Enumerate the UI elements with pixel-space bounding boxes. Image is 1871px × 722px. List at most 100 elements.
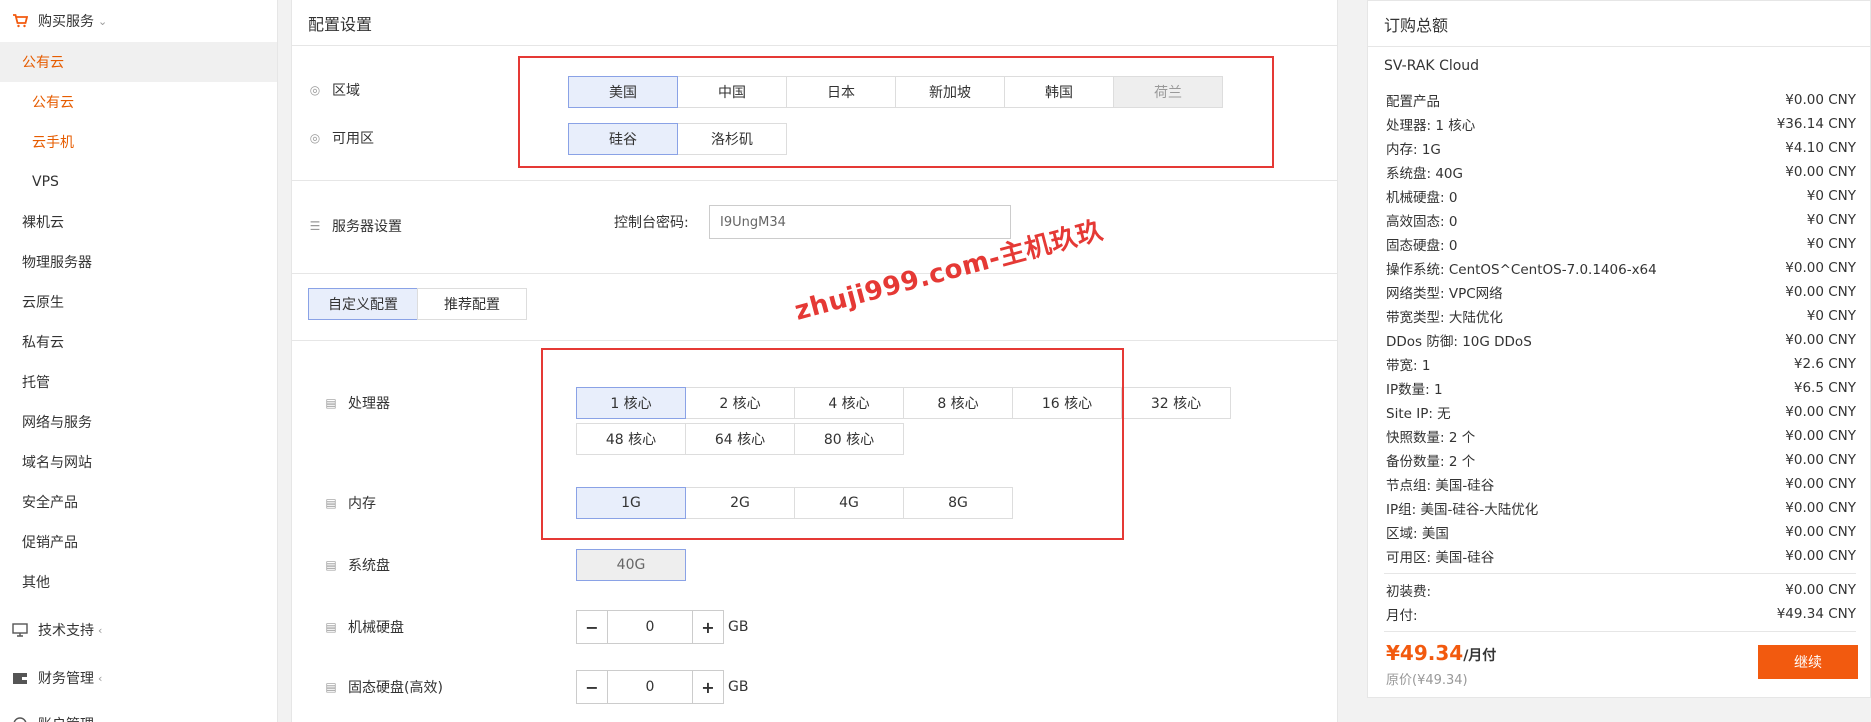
sidebar-item-physical-server[interactable]: 物理服务器 bbox=[0, 242, 277, 282]
summary-row-label: 备份数量: 2 个 bbox=[1386, 454, 1476, 470]
sidebar-item-cloud-native[interactable]: 云原生 bbox=[0, 282, 277, 322]
hdd-minus-button[interactable]: − bbox=[576, 610, 608, 644]
sidebar-item-network[interactable]: 网络与服务 bbox=[0, 402, 277, 442]
sidebar-sub-public-cloud[interactable]: 公有云 bbox=[0, 82, 277, 122]
summary-row: Site IP: 无 ¥0.00 CNY bbox=[1386, 400, 1856, 424]
sidebar-group-account[interactable]: 账户管理 ‹ bbox=[0, 704, 277, 722]
summary-row-value: ¥0.00 CNY bbox=[1785, 332, 1856, 348]
summary-divider bbox=[1384, 573, 1856, 574]
hdd-plus-button[interactable]: + bbox=[692, 610, 724, 644]
summary-row-label: 带宽类型: 大陆优化 bbox=[1386, 310, 1503, 326]
ssd-stepper: − 0 + GB bbox=[576, 670, 748, 704]
total-price: ¥49.34/月付 bbox=[1386, 641, 1496, 665]
tab-custom-config[interactable]: 自定义配置 bbox=[308, 288, 418, 320]
sidebar-item-security[interactable]: 安全产品 bbox=[0, 482, 277, 522]
summary-row-label: 高效固态: 0 bbox=[1386, 214, 1458, 230]
summary-row: 固态硬盘: 0 ¥0 CNY bbox=[1386, 232, 1856, 256]
ssd-value[interactable]: 0 bbox=[608, 670, 692, 704]
summary-row: 系统盘: 40G ¥0.00 CNY bbox=[1386, 160, 1856, 184]
fee-rows: 初装费: ¥0.00 CNY 月付: ¥49.34 CNY bbox=[1386, 578, 1856, 626]
summary-row: 机械硬盘: 0 ¥0 CNY bbox=[1386, 184, 1856, 208]
sidebar-item-hosting[interactable]: 托管 bbox=[0, 362, 277, 402]
sidebar-group-label: 技术支持 bbox=[38, 623, 94, 639]
summary-row-label: DDos 防御: 10G DDoS bbox=[1386, 334, 1532, 350]
hdd-stepper: − 0 + GB bbox=[576, 610, 748, 644]
summary-row: 配置产品 ¥0.00 CNY bbox=[1386, 88, 1856, 112]
list-icon: ▤ bbox=[325, 558, 337, 572]
setup-fee-row: 初装费: ¥0.00 CNY bbox=[1386, 578, 1856, 602]
list-icon: ▤ bbox=[325, 620, 337, 634]
zone-label: 可用区 bbox=[332, 131, 374, 147]
list-icon: ▤ bbox=[325, 496, 337, 510]
config-panel: 配置设置 ◎ 区域 美国 中国 日本 新加坡 韩国 荷兰 ◎ 可用区 硅谷 洛杉… bbox=[291, 0, 1338, 722]
sidebar-group-label: 财务管理 bbox=[38, 671, 94, 687]
list-icon: ▤ bbox=[325, 396, 337, 410]
location-icon: ◎ bbox=[309, 83, 321, 97]
summary-row-label: IP组: 美国-硅谷-大陆优化 bbox=[1386, 502, 1539, 518]
summary-row-label: 区域: 美国 bbox=[1386, 526, 1449, 542]
sidebar-item-public-cloud[interactable]: 公有云 bbox=[0, 42, 277, 82]
summary-row: 带宽类型: 大陆优化 ¥0 CNY bbox=[1386, 304, 1856, 328]
hdd-value[interactable]: 0 bbox=[608, 610, 692, 644]
cpu-option-1[interactable]: 1 核心 bbox=[576, 387, 686, 419]
summary-row-label: 机械硬盘: 0 bbox=[1386, 190, 1458, 206]
chevron-left-icon: ‹ bbox=[98, 718, 102, 722]
ssd-plus-button[interactable]: + bbox=[692, 670, 724, 704]
summary-row: 备份数量: 2 个 ¥0.00 CNY bbox=[1386, 448, 1856, 472]
ssd-minus-button[interactable]: − bbox=[576, 670, 608, 704]
summary-row-value: ¥0.00 CNY bbox=[1785, 524, 1856, 540]
summary-row-label: 固态硬盘: 0 bbox=[1386, 238, 1458, 254]
sidebar-sub-vps[interactable]: VPS bbox=[0, 162, 277, 202]
summary-row-value: ¥6.5 CNY bbox=[1793, 380, 1856, 396]
summary-row-label: Site IP: 无 bbox=[1386, 406, 1451, 422]
summary-row-value: ¥0.00 CNY bbox=[1785, 428, 1856, 444]
monthly-value: ¥49.34 CNY bbox=[1776, 606, 1856, 622]
summary-row: 快照数量: 2 个 ¥0.00 CNY bbox=[1386, 424, 1856, 448]
summary-row: 操作系统: CentOS^CentOS-7.0.1406-x64 ¥0.00 CN… bbox=[1386, 256, 1856, 280]
sidebar-group-label: 账户管理 bbox=[38, 714, 94, 722]
sidebar-item-other[interactable]: 其他 bbox=[0, 562, 277, 602]
summary-row-value: ¥0.00 CNY bbox=[1785, 452, 1856, 468]
sidebar-group-buy-services[interactable]: 购买服务 ⌄ bbox=[0, 0, 277, 42]
summary-row-value: ¥36.14 CNY bbox=[1776, 116, 1856, 132]
summary-row-label: 操作系统: CentOS^CentOS-7.0.1406-x64 bbox=[1386, 262, 1657, 278]
summary-row-value: ¥0.00 CNY bbox=[1785, 92, 1856, 108]
sidebar-sub-cloud-phone[interactable]: 云手机 bbox=[0, 122, 277, 162]
summary-title: 订购总额 bbox=[1368, 1, 1870, 47]
cart-icon bbox=[12, 14, 28, 28]
system-disk-option[interactable]: 40G bbox=[576, 549, 686, 581]
cpu-option-32[interactable]: 32 核心 bbox=[1121, 387, 1231, 419]
continue-button[interactable]: 继续 bbox=[1758, 645, 1858, 679]
memory-option-1g[interactable]: 1G bbox=[576, 487, 686, 519]
tab-recommended-config[interactable]: 推荐配置 bbox=[417, 288, 527, 320]
sidebar-item-bare-metal[interactable]: 裸机云 bbox=[0, 202, 277, 242]
sidebar-group-finance[interactable]: 财务管理 ‹ bbox=[0, 658, 277, 698]
summary-row: IP组: 美国-硅谷-大陆优化 ¥0.00 CNY bbox=[1386, 496, 1856, 520]
config-title: 配置设置 bbox=[292, 0, 1337, 46]
sidebar-group-tech-support[interactable]: 技术支持 ‹ bbox=[0, 610, 277, 650]
cpu-label: 处理器 bbox=[348, 396, 390, 412]
summary-row-label: 快照数量: 2 个 bbox=[1386, 430, 1476, 446]
summary-row-value: ¥0.00 CNY bbox=[1785, 548, 1856, 564]
memory-row-label: ▤ 内存 bbox=[324, 493, 376, 513]
region-option-us[interactable]: 美国 bbox=[568, 76, 678, 108]
sidebar-item-private-cloud[interactable]: 私有云 bbox=[0, 322, 277, 362]
summary-row: DDos 防御: 10G DDoS ¥0.00 CNY bbox=[1386, 328, 1856, 352]
summary-row: 可用区: 美国-硅谷 ¥0.00 CNY bbox=[1386, 544, 1856, 568]
user-icon bbox=[12, 717, 28, 722]
zone-option-silicon-valley[interactable]: 硅谷 bbox=[568, 123, 678, 155]
chevron-left-icon: ‹ bbox=[98, 671, 103, 685]
monthly-row: 月付: ¥49.34 CNY bbox=[1386, 602, 1856, 626]
summary-row-value: ¥0.00 CNY bbox=[1785, 260, 1856, 276]
console-password-input[interactable]: I9UngM34 bbox=[709, 205, 1011, 239]
sidebar-item-promotion[interactable]: 促销产品 bbox=[0, 522, 277, 562]
region-label: 区域 bbox=[332, 83, 360, 99]
summary-row-label: IP数量: 1 bbox=[1386, 382, 1443, 398]
summary-row-label: 处理器: 1 核心 bbox=[1386, 118, 1476, 134]
summary-row: 带宽: 1 ¥2.6 CNY bbox=[1386, 352, 1856, 376]
memory-label: 内存 bbox=[348, 496, 376, 512]
sidebar-item-domain[interactable]: 域名与网站 bbox=[0, 442, 277, 482]
system-disk-row-label: ▤ 系统盘 bbox=[324, 555, 390, 575]
hdd-label: 机械硬盘 bbox=[348, 620, 404, 636]
summary-row-label: 带宽: 1 bbox=[1386, 358, 1431, 374]
